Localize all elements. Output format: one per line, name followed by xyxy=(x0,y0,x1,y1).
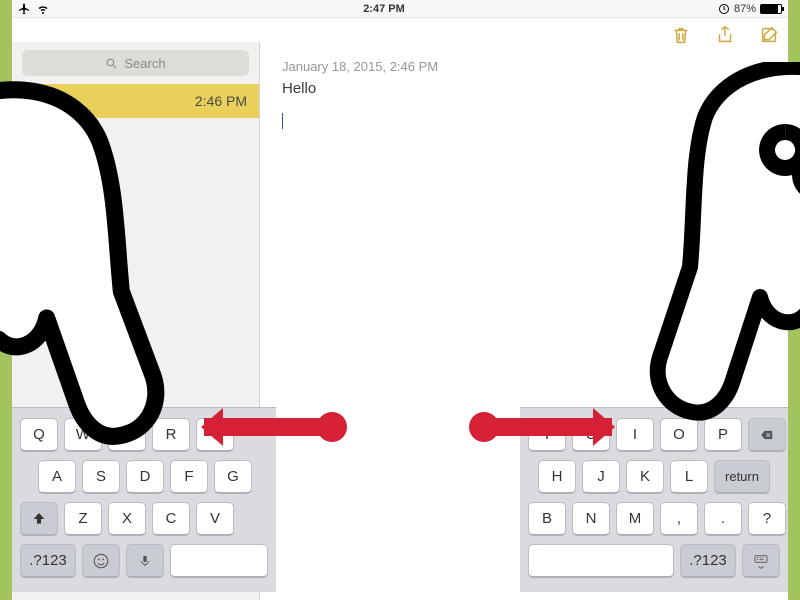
shift-icon xyxy=(31,511,47,527)
key-a[interactable]: A xyxy=(38,460,76,494)
key-d[interactable]: D xyxy=(126,460,164,494)
page-border-left xyxy=(0,0,12,600)
key-f[interactable]: F xyxy=(170,460,208,494)
key-question[interactable]: ? xyxy=(748,502,786,536)
emoji-key[interactable] xyxy=(82,544,120,578)
trash-icon[interactable] xyxy=(670,24,692,46)
key-s[interactable]: S xyxy=(82,460,120,494)
key-comma[interactable]: , xyxy=(660,502,698,536)
space-key-right[interactable] xyxy=(528,544,674,578)
airplane-mode-icon xyxy=(18,3,30,15)
ipad-screen: 2:47 PM 87% Search Hello 2:46 PM xyxy=(12,0,788,600)
key-m[interactable]: M xyxy=(616,502,654,536)
key-g[interactable]: G xyxy=(214,460,252,494)
key-o[interactable]: O xyxy=(660,418,698,452)
mic-key[interactable] xyxy=(126,544,164,578)
return-key[interactable]: return xyxy=(714,460,770,494)
search-placeholder: Search xyxy=(124,56,165,71)
key-p[interactable]: P xyxy=(704,418,742,452)
page-border-right xyxy=(788,0,800,600)
shift-key[interactable] xyxy=(20,502,58,536)
swipe-arrow-left xyxy=(204,418,338,436)
key-b[interactable]: B xyxy=(528,502,566,536)
note-time: 2:46 PM xyxy=(195,93,247,109)
compose-icon[interactable] xyxy=(758,24,780,46)
status-bar: 2:47 PM 87% xyxy=(12,0,788,18)
key-x[interactable]: X xyxy=(108,502,146,536)
emoji-icon xyxy=(92,552,110,570)
key-period[interactable]: . xyxy=(704,502,742,536)
key-j[interactable]: J xyxy=(582,460,620,494)
swipe-arrow-right xyxy=(478,418,612,436)
hide-keyboard-key[interactable] xyxy=(742,544,780,578)
key-z[interactable]: Z xyxy=(64,502,102,536)
search-field[interactable]: Search xyxy=(22,50,249,76)
wifi-icon xyxy=(36,3,50,15)
tutorial-stamp: H xyxy=(725,127,800,237)
orientation-lock-icon xyxy=(718,3,730,15)
text-cursor xyxy=(282,113,283,129)
key-l[interactable]: L xyxy=(670,460,708,494)
backspace-icon xyxy=(757,428,777,442)
share-icon[interactable] xyxy=(714,24,736,46)
note-body: Hello xyxy=(282,80,776,97)
note-row[interactable]: Hello 2:46 PM xyxy=(12,84,259,118)
key-n[interactable]: N xyxy=(572,502,610,536)
key-c[interactable]: C xyxy=(152,502,190,536)
editor-toolbar xyxy=(670,24,780,46)
mic-icon xyxy=(138,552,152,570)
key-e[interactable]: E xyxy=(108,418,146,452)
note-title: Hello xyxy=(24,93,56,109)
numbers-key[interactable]: .?123 xyxy=(20,544,76,578)
hide-keyboard-icon xyxy=(751,553,771,569)
search-icon xyxy=(105,57,118,70)
battery-icon xyxy=(760,4,782,14)
note-editor[interactable]: January 18, 2015, 2:46 PM Hello xyxy=(270,55,788,133)
key-h[interactable]: H xyxy=(538,460,576,494)
space-key-left[interactable] xyxy=(170,544,268,578)
key-v[interactable]: V xyxy=(196,502,234,536)
status-time: 2:47 PM xyxy=(50,3,718,15)
numbers-key-right[interactable]: .?123 xyxy=(680,544,736,578)
note-timestamp: January 18, 2015, 2:46 PM xyxy=(282,59,776,74)
key-k[interactable]: K xyxy=(626,460,664,494)
key-w[interactable]: W xyxy=(64,418,102,452)
key-q[interactable]: Q xyxy=(20,418,58,452)
battery-percent: 87% xyxy=(734,3,756,15)
backspace-key[interactable] xyxy=(748,418,786,452)
